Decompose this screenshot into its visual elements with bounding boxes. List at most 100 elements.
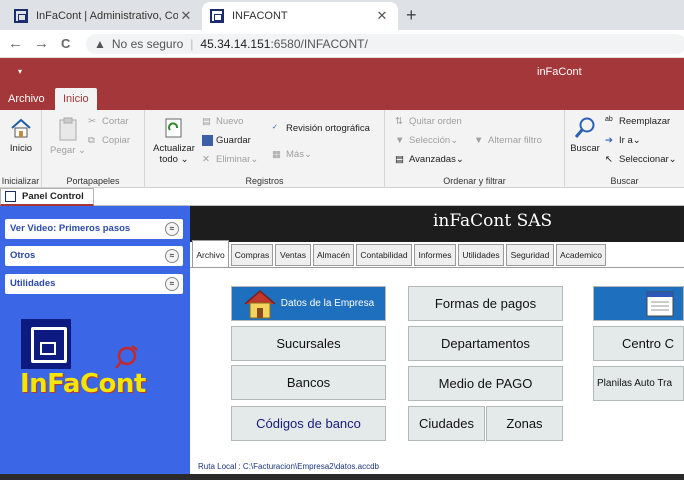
goto-button[interactable]: ➔ Ir a ⌄ [605, 135, 641, 146]
company-name: inFaCont SAS [433, 211, 553, 231]
form-tab-seguridad[interactable]: Seguridad [506, 244, 554, 266]
local-path-status: Ruta Local : C:\Facturacion\Empresa2\dat… [198, 462, 379, 471]
medio-pago-button[interactable]: Medio de PAGO [408, 366, 563, 401]
home-icon [11, 118, 31, 138]
app-title: inFaCont [537, 66, 582, 78]
group-label-clipboard: Portapapeles [66, 176, 120, 186]
remove-sort-label: Quitar orden [409, 116, 462, 127]
selection-label: Selección [409, 135, 451, 146]
security-status: No es seguro [111, 37, 184, 51]
close-tab-icon[interactable]: ✕ [374, 8, 390, 24]
new-record-button[interactable]: ▤ Nuevo [202, 116, 243, 127]
browser-tab-infacont-admin[interactable]: InFaCont | Administrativo, Contal ✕ [6, 2, 202, 30]
find-button[interactable]: Buscar [567, 116, 603, 154]
nav-item-otros[interactable]: Otros ≈ [5, 246, 183, 266]
goto-label: Ir a [619, 135, 633, 146]
browser-tab-infacont[interactable]: INFACONT ✕ [202, 2, 398, 30]
planillas-auto-button[interactable]: Planilas Auto Tra [593, 366, 684, 401]
url-field[interactable]: ▲ No es seguro | 45.34.14.151:6580/INFAC… [86, 34, 684, 54]
form-tab-compras[interactable]: Compras [231, 244, 273, 266]
new-tab-button[interactable]: + [406, 5, 417, 26]
datos-empresa-button[interactable]: Datos de la Empresa [231, 286, 386, 321]
copy-button[interactable]: ⧉ Copiar [88, 135, 130, 146]
advanced-label: Avanzadas [409, 154, 456, 165]
refresh-label: Actualizar [153, 143, 195, 154]
cut-label: Cortar [102, 116, 129, 127]
form-header: inFaCont SAS [190, 206, 684, 242]
quick-access-toolbar-dropdown[interactable]: ▾ [18, 67, 22, 76]
save-icon [202, 135, 213, 146]
reload-icon[interactable]: C [61, 36, 70, 51]
url-divider: | [190, 37, 194, 51]
nav-item-primeros-pasos[interactable]: Ver Video: Primeros pasos ≈ [5, 219, 183, 239]
form-tab-academico[interactable]: Academico [556, 244, 606, 266]
codigos-banco-button[interactable]: Códigos de banco [231, 406, 386, 441]
document-tab-bar: Panel Control [0, 188, 684, 206]
group-label-views: Inicializar [1, 176, 40, 186]
house-icon [244, 289, 276, 318]
home-view-label: Inicio [9, 143, 33, 154]
spelling-label: Revisión ortográfica [286, 123, 370, 134]
form-tab-archivo[interactable]: Archivo [192, 240, 229, 267]
advanced-filter-button[interactable]: ▤ Avanzadas ⌄ [395, 154, 464, 165]
delete-record-button[interactable]: ✕ Eliminar ⌄ [202, 154, 258, 165]
site-favicon-icon [14, 9, 28, 23]
back-arrow-icon[interactable]: ← [8, 35, 23, 52]
formas-pagos-button[interactable]: Formas de pagos [408, 286, 563, 321]
form-icon [5, 191, 16, 202]
paste-button[interactable]: Pegar ⌄ [50, 116, 86, 156]
ribbon-group-sort-filter: ⇅ Quitar orden ▼ Selección ⌄ ▼ Alternar fil… [385, 110, 565, 188]
refresh-all-button[interactable]: Actualizar todo ⌄ [149, 116, 199, 165]
copy-icon: ⧉ [88, 135, 95, 146]
doc-tab-panel-control[interactable]: Panel Control [0, 188, 94, 206]
save-record-button[interactable]: Guardar [202, 135, 251, 146]
bottom-edge-bar [0, 474, 684, 480]
report-button[interactable] [593, 286, 684, 321]
zonas-button[interactable]: Zonas [486, 406, 563, 441]
ciudades-button[interactable]: Ciudades [408, 406, 485, 441]
delete-label: Eliminar [216, 154, 251, 165]
ribbon-group-views: Inicio Inicializar [0, 110, 42, 188]
url-host: 45.34.14.151 [200, 37, 271, 51]
tab-page-archivo: Datos de la Empresa Sucursales Bancos Có… [190, 267, 684, 480]
more-button[interactable]: ▦ Más ⌄ [272, 149, 312, 160]
form-tab-almacen[interactable]: Almacén [313, 244, 354, 266]
home-view-button[interactable]: Inicio [4, 116, 38, 154]
bancos-button[interactable]: Bancos [231, 365, 386, 400]
goto-arrow-icon: ➔ [605, 135, 613, 146]
form-tab-contabilidad[interactable]: Contabilidad [356, 244, 412, 266]
delete-x-icon: ✕ [202, 154, 210, 165]
nav-item-label: Ver Video: Primeros pasos [10, 223, 131, 234]
form-tab-utilidades[interactable]: Utilidades [458, 244, 504, 266]
forward-arrow-icon[interactable]: → [34, 35, 49, 52]
replace-button[interactable]: ab Reemplazar [605, 116, 670, 127]
toggle-filter-button[interactable]: ▼ Alternar filtro [474, 135, 542, 146]
ribbon-tab-inicio[interactable]: Inicio [55, 88, 97, 110]
close-tab-icon[interactable]: ✕ [178, 8, 194, 24]
centro-costos-button[interactable]: Centro C [593, 326, 684, 361]
refresh-label-2: todo ⌄ [159, 154, 189, 165]
collapse-chevron-icon[interactable]: ≈ [165, 249, 179, 263]
ribbon-group-records: Actualizar todo ⌄ ▤ Nuevo Guardar ✕ Elimin… [145, 110, 385, 188]
browser-tab-title: InFaCont | Administrativo, Contal [36, 10, 178, 22]
ribbon-tab-archivo[interactable]: Archivo [0, 88, 53, 110]
cut-button[interactable]: ✂ Cortar [88, 116, 128, 127]
more-label: Más [286, 149, 304, 160]
paste-label: Pegar [50, 145, 76, 156]
spelling-button[interactable]: ✓ Revisión ortográfica [272, 123, 370, 134]
collapse-chevron-icon[interactable]: ≈ [165, 222, 179, 236]
cursor-icon: ↖ [605, 154, 613, 165]
remove-sort-button[interactable]: ⇅ Quitar orden [395, 116, 462, 127]
collapse-chevron-icon[interactable]: ≈ [165, 277, 179, 291]
group-label-find: Buscar [610, 176, 639, 186]
nav-item-utilidades[interactable]: Utilidades ≈ [5, 274, 183, 294]
departamentos-button[interactable]: Departamentos [408, 326, 563, 361]
form-tab-ventas[interactable]: Ventas [275, 244, 311, 266]
navigation-panel: Ver Video: Primeros pasos ≈ Otros ≈ Util… [0, 206, 190, 480]
plug-icon [115, 345, 138, 369]
browser-tab-title: INFACONT [232, 10, 288, 22]
select-button[interactable]: ↖ Seleccionar ⌄ [605, 154, 677, 165]
selection-filter-button[interactable]: ▼ Selección ⌄ [395, 135, 458, 146]
form-tab-informes[interactable]: Informes [414, 244, 456, 266]
sucursales-button[interactable]: Sucursales [231, 326, 386, 361]
